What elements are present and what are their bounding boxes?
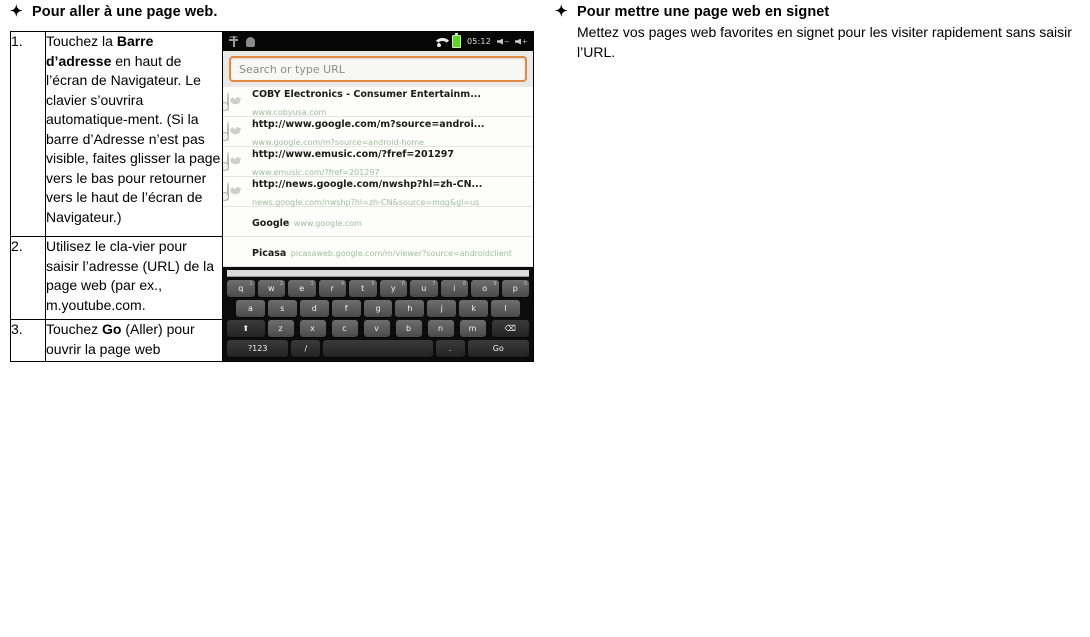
android-browser-screenshot: 05:12 – + Search or type URL COBY Electr… <box>223 32 533 361</box>
suggestion-title: http://www.emusic.com/?fref=201297 <box>252 148 455 160</box>
symbols-key[interactable]: ?123 <box>227 340 289 357</box>
key-f[interactable]: f <box>331 300 361 317</box>
key-r[interactable]: r <box>318 280 346 297</box>
suggestion-title: http://news.google.com/nwshp?hl=zh-CN... <box>252 178 483 190</box>
list-item[interactable]: http://www.google.com/m?source=androi...… <box>223 117 533 147</box>
go-key[interactable]: Go <box>467 340 529 357</box>
left-heading-title: Pour aller à une page web. <box>32 4 218 20</box>
key-d[interactable]: d <box>299 300 329 317</box>
address-bar-area: Search or type URL <box>223 51 533 87</box>
volume-up-icon: + <box>515 37 527 46</box>
suggestion-url: news.google.com/nwshp?hl=zh-CN&source=mo… <box>252 197 480 207</box>
table-row: 1. Touchez la Barre d’adresse en haut de… <box>10 30 534 362</box>
step-number: 2. <box>10 236 46 321</box>
key-t[interactable]: t <box>349 280 377 297</box>
star-bookmark-icon <box>227 213 245 231</box>
onscreen-keyboard[interactable]: qwertyuiop asdfghjkl ⬆ zxcvbnm ⌫ ?123 / <box>223 267 533 361</box>
right-column: ✦ Pour mettre une page web en signet Met… <box>545 0 1090 62</box>
list-item[interactable]: http://news.google.com/nwshp?hl=zh-CN...… <box>223 177 533 207</box>
suggestion-title: Picasa <box>252 247 287 259</box>
right-section-heading: ✦ Pour mettre une page web en signet Met… <box>545 0 1090 62</box>
left-steps-table: 1. Touchez la Barre d’adresse en haut de… <box>10 30 534 362</box>
list-item[interactable]: Google www.google.com <box>223 207 533 237</box>
key-h[interactable]: h <box>395 300 425 317</box>
step-number: 3. <box>10 319 46 362</box>
suggestion-title: http://www.google.com/m?source=androi... <box>252 118 485 130</box>
step-number: 1. <box>10 30 46 238</box>
step-text: Touchez la Barre d’adresse en haut de l’… <box>45 30 223 238</box>
key-c[interactable]: c <box>331 320 358 337</box>
key-p[interactable]: p <box>501 280 529 297</box>
key-k[interactable]: k <box>459 300 489 317</box>
key-i[interactable]: i <box>440 280 468 297</box>
step-text: Touchez Go (Aller) pour ouvrir la page w… <box>45 319 223 362</box>
key-b[interactable]: b <box>395 320 422 337</box>
suggestion-title: COBY Electronics - Consumer Entertainm..… <box>252 88 482 100</box>
bullet-icon: ✦ <box>10 3 23 20</box>
key-w[interactable]: w <box>257 280 285 297</box>
period-key[interactable]: . <box>435 340 465 357</box>
key-y[interactable]: y <box>379 280 407 297</box>
key-n[interactable]: n <box>427 320 454 337</box>
key-e[interactable]: e <box>288 280 316 297</box>
key-a[interactable]: a <box>236 300 265 317</box>
key-v[interactable]: v <box>363 320 390 337</box>
globe-history-icon <box>223 121 245 141</box>
list-item[interactable]: http://www.emusic.com/?fref=201297 www.e… <box>223 147 533 177</box>
key-x[interactable]: x <box>299 320 326 337</box>
list-item[interactable]: COBY Electronics - Consumer Entertainm..… <box>223 87 533 117</box>
globe-history-icon <box>223 91 245 111</box>
keyboard-row-2[interactable]: asdfghjkl <box>227 300 529 317</box>
manual-page: ✦ Pour aller à une page web. 1. Touchez … <box>0 0 1090 637</box>
slash-key[interactable]: / <box>291 340 321 357</box>
key-z[interactable]: z <box>267 320 294 337</box>
address-bar-placeholder: Search or type URL <box>239 62 345 76</box>
star-bookmark-icon <box>227 243 245 261</box>
keyboard-suggestion-strip <box>227 270 529 277</box>
status-clock: 05:12 <box>466 37 491 46</box>
suggestion-url: www.cobyusa.com <box>252 107 327 117</box>
battery-icon <box>451 33 461 48</box>
key-s[interactable]: s <box>267 300 297 317</box>
list-item[interactable]: Picasa picasaweb.google.com/m/viewer?sou… <box>223 237 533 267</box>
left-screenshot-cell: 05:12 – + Search or type URL COBY Electr… <box>222 31 534 362</box>
right-heading-title: Pour mettre une page web en signet <box>577 4 830 20</box>
globe-history-icon <box>223 181 245 201</box>
key-g[interactable]: g <box>363 300 393 317</box>
key-j[interactable]: j <box>427 300 457 317</box>
key-u[interactable]: u <box>410 280 438 297</box>
suggestion-url: www.emusic.com/?fref=201297 <box>252 167 380 177</box>
android-icon <box>246 36 255 47</box>
right-heading-subtitle: Mettez vos pages web favorites en signet… <box>577 24 1072 60</box>
key-o[interactable]: o <box>471 280 499 297</box>
keyboard-row-4[interactable]: ?123 / . Go <box>227 340 529 357</box>
status-bar: 05:12 – + <box>223 32 533 51</box>
bullet-icon: ✦ <box>555 3 568 20</box>
suggestion-url: www.google.com <box>293 218 362 228</box>
step-text: Utilisez le cla-vier pour saisir l’adres… <box>45 236 223 321</box>
key-m[interactable]: m <box>459 320 486 337</box>
shift-key[interactable]: ⬆ <box>227 320 265 337</box>
suggestion-url: picasaweb.google.com/m/viewer?source=and… <box>290 248 512 258</box>
keyboard-row-1[interactable]: qwertyuiop <box>227 280 529 297</box>
backspace-key[interactable]: ⌫ <box>491 320 529 337</box>
keyboard-row-3[interactable]: ⬆ zxcvbnm ⌫ <box>227 320 529 337</box>
volume-down-icon: – <box>497 37 509 46</box>
suggestion-list: COBY Electronics - Consumer Entertainm..… <box>223 87 533 267</box>
usb-icon <box>229 36 238 47</box>
wifi-icon <box>433 37 446 47</box>
suggestion-url: www.google.com/m?source=android-home <box>252 137 425 147</box>
address-bar[interactable]: Search or type URL <box>229 56 527 82</box>
left-section-heading: ✦ Pour aller à une page web. <box>0 0 545 22</box>
left-column: ✦ Pour aller à une page web. 1. Touchez … <box>0 0 545 362</box>
key-l[interactable]: l <box>491 300 521 317</box>
suggestion-title: Google <box>252 217 290 229</box>
space-key[interactable] <box>323 340 433 357</box>
key-q[interactable]: q <box>227 280 255 297</box>
globe-history-icon <box>223 151 245 171</box>
